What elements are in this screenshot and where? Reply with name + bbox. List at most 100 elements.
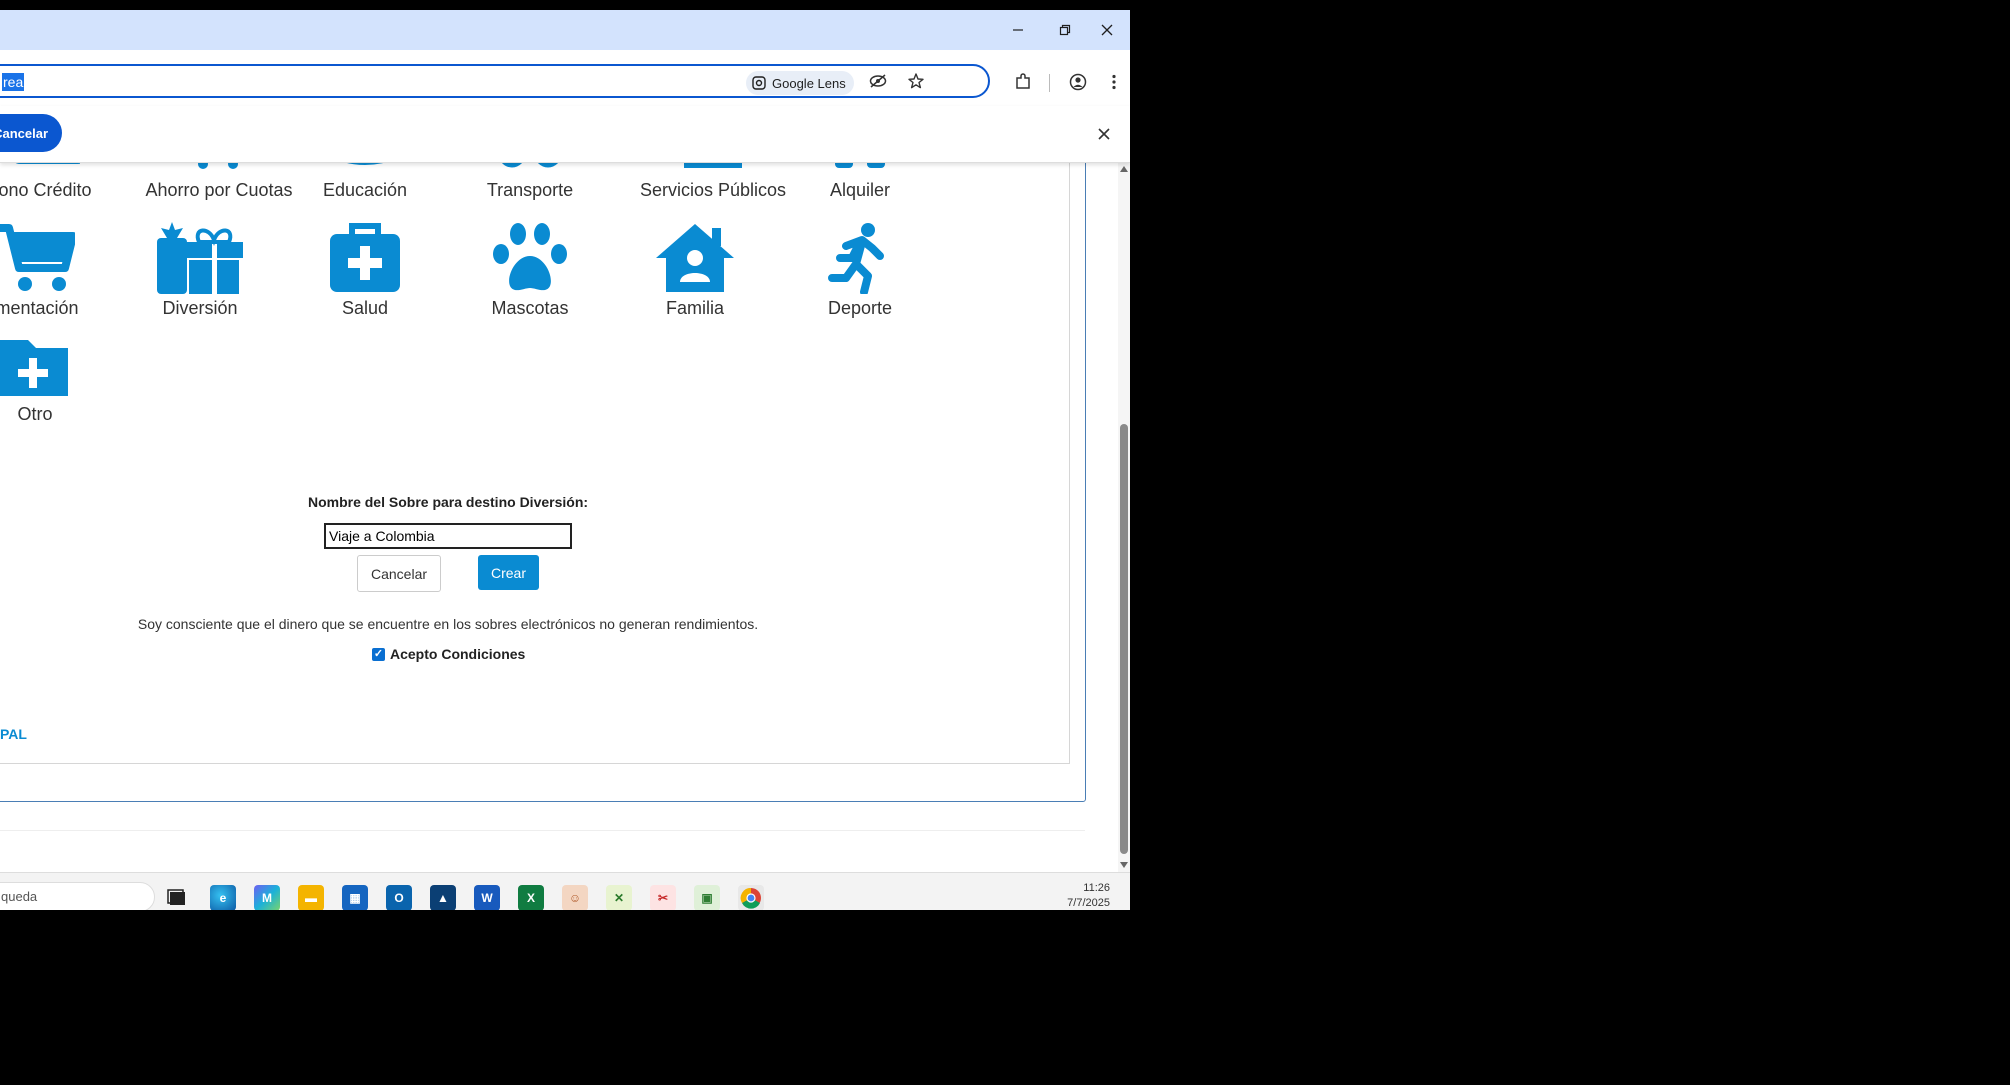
category-label: Familia <box>665 298 724 318</box>
category-alquiler[interactable]: Alquiler <box>785 162 935 201</box>
credit-icon <box>14 162 80 164</box>
task-view-button[interactable] <box>164 885 190 910</box>
outlook-icon[interactable]: O <box>386 885 412 910</box>
category-label: Deporte <box>827 298 893 318</box>
scroll-down-arrow-icon[interactable] <box>1120 862 1128 868</box>
rent-icon <box>835 162 885 168</box>
word-icon[interactable]: W <box>474 885 500 910</box>
accept-conditions[interactable]: ✓ Acepto Condiciones <box>372 646 525 662</box>
menu-button[interactable] <box>1100 68 1128 96</box>
divider <box>0 830 1085 831</box>
people-icon[interactable]: ☺ <box>562 885 588 910</box>
category-diversion[interactable]: Diversión <box>125 222 275 319</box>
lens-label: Google Lens <box>772 75 846 91</box>
browser-titlebar <box>0 10 1130 50</box>
terms-text: Soy consciente que el dinero que se encu… <box>137 616 759 632</box>
file-explorer-icon[interactable]: ▬ <box>298 885 324 910</box>
restore-button[interactable] <box>1042 10 1088 50</box>
task-view-icon <box>167 889 185 905</box>
accept-label: Acepto Condiciones <box>390 646 526 662</box>
close-window-button[interactable] <box>1084 10 1130 50</box>
folder-plus-icon <box>0 340 68 396</box>
active-app-icon[interactable]: ▲ <box>430 885 456 910</box>
lens-icon <box>752 76 766 90</box>
m365-copilot-icon[interactable]: M <box>254 885 280 910</box>
running-icon <box>828 223 884 294</box>
shopping-cart-icon <box>0 224 75 291</box>
find-close-button[interactable] <box>1090 120 1118 148</box>
category-label: ono Crédito <box>0 180 92 200</box>
page-content: ono Crédito Ahorro por Cuotas Educación … <box>0 162 1118 872</box>
clock-time: 11:26 <box>1083 882 1110 894</box>
chrome-icon[interactable] <box>738 885 764 910</box>
category-transporte[interactable]: Transporte <box>455 162 605 201</box>
paw-icon <box>493 223 567 291</box>
category-label: Transporte <box>486 180 574 200</box>
category-salud[interactable]: Salud <box>290 222 440 319</box>
transport-icon <box>501 162 559 168</box>
address-text[interactable]: rea <box>2 73 25 91</box>
category-educacion[interactable]: Educación <box>290 162 440 201</box>
google-lens-button[interactable]: Google Lens <box>746 71 854 95</box>
category-servicios-publicos[interactable]: Servicios Públicos <box>638 162 788 201</box>
profile-button[interactable] <box>1064 68 1092 96</box>
system-clock[interactable]: 11:26 7/7/2025 <box>1040 881 1110 910</box>
scroll-up-arrow-icon[interactable] <box>1120 166 1128 172</box>
minimize-icon <box>1013 29 1023 31</box>
gift-icon <box>157 222 243 294</box>
category-deporte[interactable]: Deporte <box>785 222 935 319</box>
find-bar: Cancelar <box>0 106 1130 163</box>
building-icon <box>684 162 742 168</box>
extensions-button[interactable] <box>1009 68 1037 96</box>
address-bar[interactable]: rea Google Lens <box>0 64 990 98</box>
close-icon <box>1098 128 1110 140</box>
cancel-button[interactable]: Cancelar <box>357 555 441 592</box>
close-icon <box>1101 24 1113 36</box>
category-label: Salud <box>341 298 389 318</box>
microsoft-store-icon[interactable]: ▦ <box>342 885 368 910</box>
category-label: Educación <box>322 180 408 200</box>
eye-off-button[interactable] <box>864 67 892 95</box>
category-alimentacion[interactable]: imentación <box>0 222 110 319</box>
category-otro[interactable]: Otro <box>0 336 110 425</box>
profile-icon <box>1069 73 1087 91</box>
home-user-icon <box>656 224 734 292</box>
category-credito[interactable]: ono Crédito <box>0 162 120 201</box>
accept-checkbox[interactable]: ✓ <box>372 647 385 661</box>
envelope-name-input[interactable] <box>324 523 572 549</box>
eye-off-icon <box>869 74 887 88</box>
edge-icon[interactable]: e <box>210 885 236 910</box>
scrollbar-thumb[interactable] <box>1120 424 1128 854</box>
kebab-menu-icon <box>1112 74 1116 90</box>
excel-icon[interactable]: X <box>518 885 544 910</box>
category-mascotas[interactable]: Mascotas <box>455 222 605 319</box>
cart-icon <box>198 162 238 169</box>
star-icon <box>908 73 924 89</box>
browser-toolbar: rea Google Lens <box>0 50 1130 106</box>
category-label: Ahorro por Cuotas <box>145 180 293 200</box>
create-button[interactable]: Crear <box>478 555 539 590</box>
restore-icon <box>1059 24 1071 36</box>
footer-link[interactable]: PAL <box>0 726 27 742</box>
education-icon <box>343 162 387 165</box>
category-label: imentación <box>0 298 79 318</box>
category-label: Otro <box>17 404 53 424</box>
taskbar: queda e M ▬ ▦ O ▲ W X ☺ ✕ ✂ ▣ 11:26 7/7/… <box>0 872 1130 910</box>
tools-icon[interactable]: ✕ <box>606 885 632 910</box>
page-scrollbar[interactable] <box>1118 162 1130 872</box>
puzzle-icon <box>1016 73 1030 89</box>
category-label: Alquiler <box>829 180 891 200</box>
category-familia[interactable]: Familia <box>620 222 770 319</box>
category-ahorro-cuotas[interactable]: Ahorro por Cuotas <box>144 162 294 201</box>
taskbar-search[interactable]: queda <box>0 882 155 910</box>
chrome-logo-icon <box>740 887 761 909</box>
find-cancel-button[interactable]: Cancelar <box>0 114 62 152</box>
minimize-button[interactable] <box>995 10 1041 50</box>
snipping-tool-icon[interactable]: ✂ <box>650 885 676 910</box>
bookmark-star-button[interactable] <box>902 67 930 95</box>
clock-date: 7/7/2025 <box>1067 897 1110 909</box>
medkit-icon <box>330 223 400 292</box>
category-label: Diversión <box>162 298 238 318</box>
photos-icon[interactable]: ▣ <box>694 885 720 910</box>
toolbar-divider <box>1049 74 1050 92</box>
